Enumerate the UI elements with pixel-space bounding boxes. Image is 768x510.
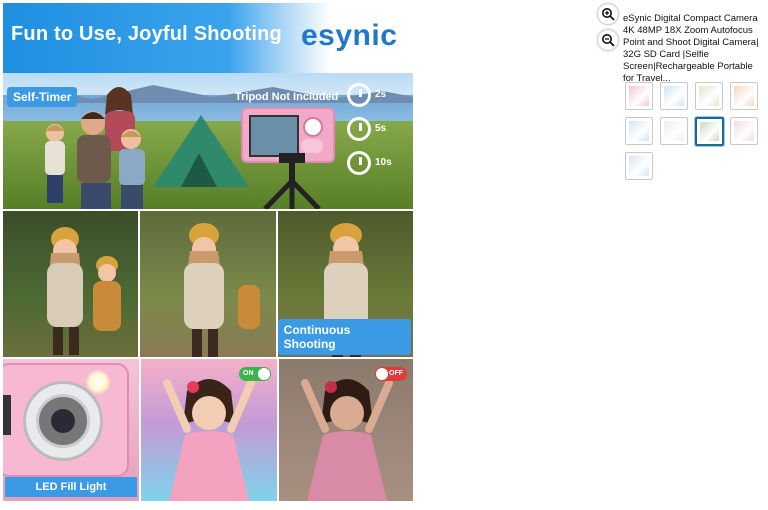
toggle-off-indicator: OFF	[375, 367, 407, 381]
brand-logo: esynic	[301, 19, 398, 52]
thumbnail-7[interactable]	[695, 117, 724, 146]
main-product-image[interactable]: Fun to Use, Joyful Shooting esynic Self-…	[3, 3, 413, 501]
led-fill-light-tag: LED Fill Light	[5, 477, 137, 497]
zoom-out-icon	[602, 34, 615, 47]
lens-ring	[36, 394, 90, 448]
girl-photo	[301, 379, 393, 501]
zoom-out-button[interactable]	[597, 29, 619, 51]
toggle-knob	[376, 368, 388, 380]
tent-door	[181, 153, 217, 187]
thumbnail-8[interactable]	[730, 117, 758, 145]
timer-options: 2s 5s 10s	[347, 81, 413, 183]
thumbnail-image	[700, 122, 719, 141]
banner: Fun to Use, Joyful Shooting esynic	[3, 3, 413, 73]
timer-label: 5s	[375, 123, 387, 134]
timer-icon	[347, 117, 371, 141]
thumbnail-image	[629, 121, 649, 141]
timer-label: 10s	[375, 157, 392, 168]
toggle-off-label: OFF	[389, 370, 403, 377]
timer-icon	[347, 83, 371, 107]
thumbnail-1[interactable]	[625, 82, 653, 110]
thumbnail-image	[629, 156, 649, 176]
zoom-in-button[interactable]	[597, 3, 619, 25]
lens-glass	[51, 409, 75, 433]
thumbnail-image	[664, 86, 684, 106]
thumbnail-5[interactable]	[625, 117, 653, 145]
thumbnail-6[interactable]	[660, 117, 688, 145]
self-timer-panel: Fun to Use, Joyful Shooting esynic Self-…	[3, 3, 413, 209]
flash-icon	[85, 369, 111, 395]
continuous-shooting-panel: Continuous Shooting	[3, 211, 413, 357]
timer-2s: 2s	[347, 81, 413, 115]
banner-headline: Fun to Use, Joyful Shooting	[11, 23, 282, 45]
thumbnail-image	[734, 121, 754, 141]
led-fill-light-panel: LED Fill Light ON OFF	[3, 359, 413, 501]
thumbnail-image	[699, 86, 719, 106]
kids-figure	[184, 223, 261, 357]
camera-screen	[249, 115, 299, 157]
thumbnail-image	[734, 86, 754, 106]
timer-5s: 5s	[347, 115, 413, 149]
thumbnail-image	[664, 121, 684, 141]
led-on-photo: ON	[141, 359, 277, 501]
camera-buttons	[301, 139, 323, 153]
kids-figure	[47, 227, 121, 355]
camera-front	[3, 363, 129, 477]
continuous-photo-1	[3, 211, 139, 357]
thumbnail-9[interactable]	[625, 152, 653, 180]
camera-side-screen	[3, 395, 11, 435]
thumbnail-2[interactable]	[660, 82, 688, 110]
continuous-photo-3: Continuous Shooting	[277, 211, 413, 357]
tripod	[263, 153, 321, 209]
zoom-in-icon	[602, 8, 615, 21]
camera-closeup: LED Fill Light	[3, 359, 139, 501]
tripod-note: Tripod Not Included	[235, 91, 339, 103]
led-off-photo: OFF	[279, 359, 413, 501]
self-timer-tag: Self-Timer	[7, 87, 78, 107]
thumbnail-image	[629, 86, 649, 106]
timer-label: 2s	[375, 89, 387, 100]
thumbnail-3[interactable]	[695, 82, 723, 110]
product-title: eSynic Digital Compact Camera 4K 48MP 18…	[623, 13, 759, 84]
timer-icon	[347, 151, 371, 175]
timer-10s: 10s	[347, 149, 413, 183]
camera-dial	[303, 117, 323, 137]
girl-photo	[163, 379, 255, 501]
toggle-on-label: ON	[243, 370, 254, 377]
continuous-photo-2	[140, 211, 276, 357]
toggle-knob	[258, 368, 270, 380]
toggle-on-indicator: ON	[239, 367, 271, 381]
thumbnail-4[interactable]	[730, 82, 758, 110]
continuous-shooting-tag: Continuous Shooting	[277, 319, 411, 355]
